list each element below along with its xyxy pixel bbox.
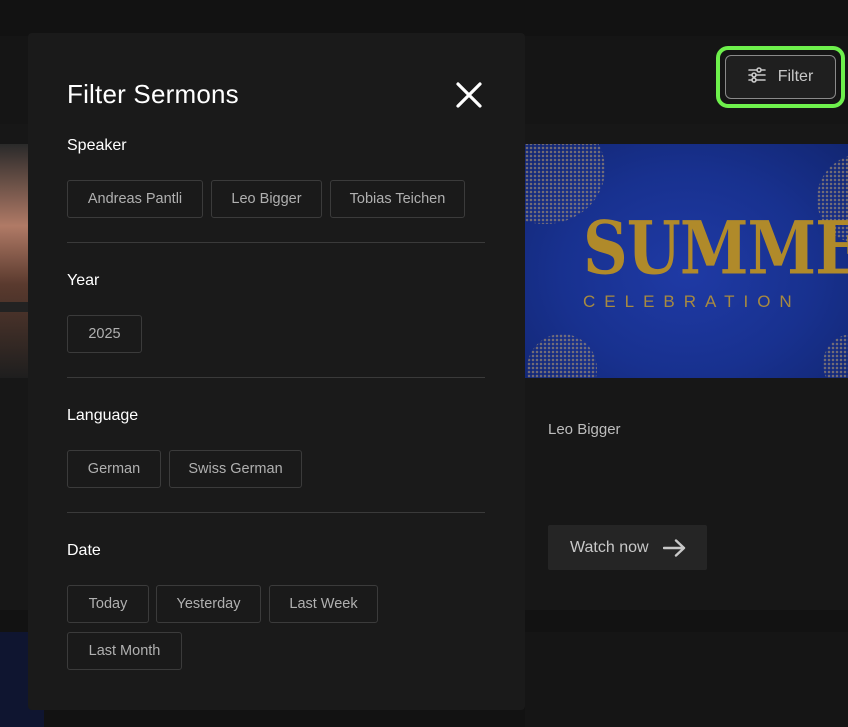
chip-speaker-tobias-teichen[interactable]: Tobias Teichen [330,180,465,218]
sliders-icon [747,66,766,88]
chip-date-last-week[interactable]: Last Week [269,585,378,623]
filter-button-highlight: Filter [716,46,845,108]
next-card [525,632,848,727]
close-icon[interactable] [454,80,484,110]
divider [67,512,485,513]
chip-year-2025[interactable]: 2025 [67,315,142,353]
watch-now-button[interactable]: Watch now [548,525,707,570]
chip-language-german[interactable]: German [67,450,161,488]
thumbnail-subtitle: CELEBRATION [583,292,801,311]
filter-modal: Filter Sermons Speaker Andreas Pantli Le… [28,33,525,710]
page: SUMMER CELEBRATION Leo Bigger Watch now [0,0,848,727]
year-section-title: Year [67,272,100,289]
sermon-thumbnail-summer[interactable]: SUMMER CELEBRATION [525,144,848,378]
chip-speaker-leo-bigger[interactable]: Leo Bigger [211,180,322,218]
language-section-title: Language [67,407,139,424]
filter-button[interactable]: Filter [725,55,836,99]
arrow-right-icon [662,538,687,557]
thumbnail-title: SUMMER [583,204,848,291]
chip-date-today[interactable]: Today [67,585,149,623]
sermon-speaker: Leo Bigger [548,421,621,438]
chip-date-last-month[interactable]: Last Month [67,632,182,670]
modal-title: Filter Sermons [67,79,239,109]
filter-label: Filter [777,68,814,85]
divider [67,377,485,378]
date-section-title: Date [67,542,101,559]
chip-language-swiss-german[interactable]: Swiss German [169,450,302,488]
divider [67,242,485,243]
speaker-section-title: Speaker [67,137,127,154]
top-bar [0,0,848,36]
sermon-thumbnail-photo[interactable] [0,144,30,378]
chip-date-yesterday[interactable]: Yesterday [156,585,261,623]
chip-speaker-andreas-pantli[interactable]: Andreas Pantli [67,180,203,218]
watch-now-label: Watch now [570,538,649,556]
